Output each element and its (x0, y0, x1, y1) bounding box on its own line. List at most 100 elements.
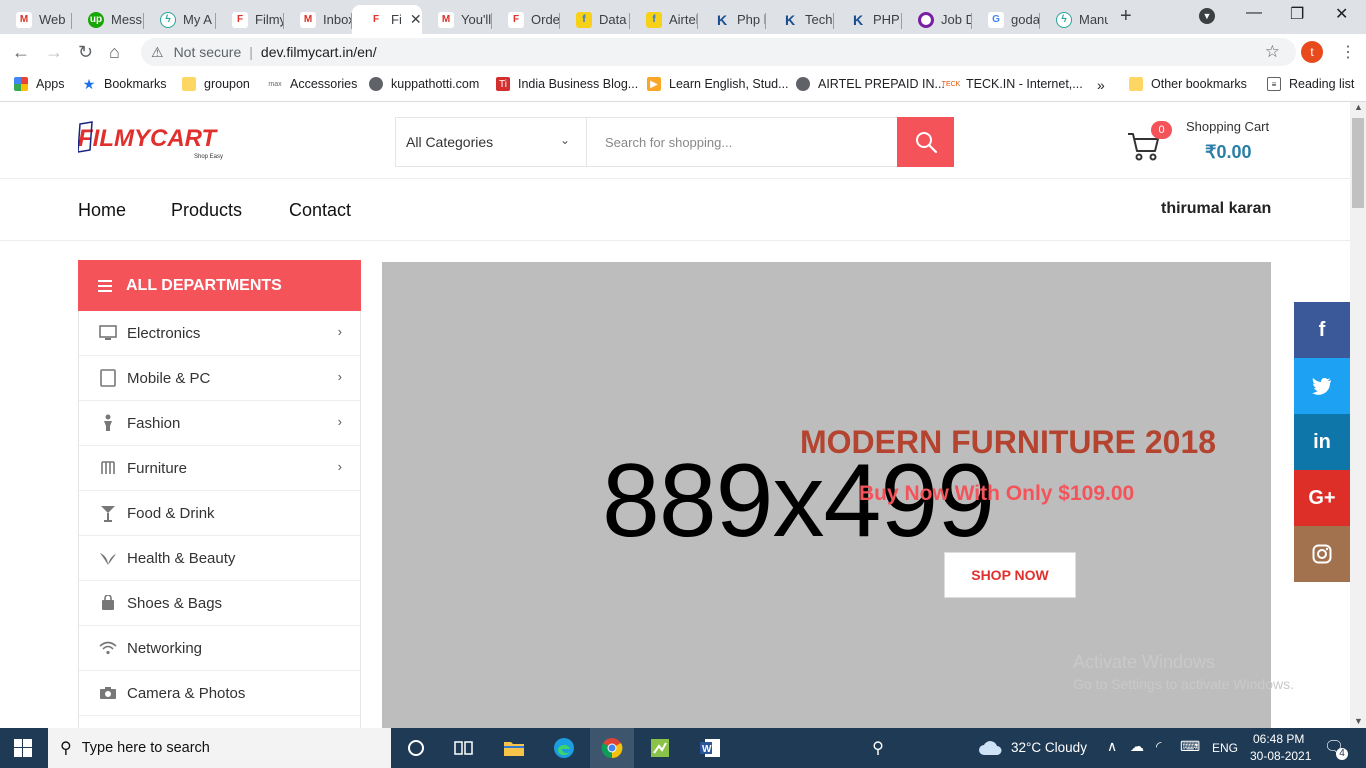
dept-camera-photos[interactable]: Camera & Photos (79, 671, 360, 716)
omnibox[interactable]: ⚠ Not secure | dev.filmycart.in/en/ ☆ (141, 38, 1296, 66)
more-bookmarks-icon[interactable]: » (1097, 77, 1105, 93)
weather-text[interactable]: 32°C Cloudy (1011, 740, 1087, 755)
dept-fashion[interactable]: Fashion › (79, 401, 360, 446)
user-name[interactable]: thirumal karan (1161, 200, 1271, 218)
nav-contact[interactable]: Contact (289, 200, 351, 221)
new-tab-icon[interactable]: + (1120, 5, 1132, 28)
tab-youll[interactable]: M You'll (422, 5, 492, 34)
restore-icon[interactable]: ❐ (1290, 4, 1304, 24)
bookmarks-bar: Apps ★ Bookmarks groupon max Accessories k… (0, 71, 1366, 102)
site-logo[interactable]: FILMYCART Shop Easy (77, 120, 228, 160)
people-icon[interactable]: ⚲ (866, 736, 890, 760)
tab-google[interactable]: Ggoda (972, 5, 1040, 34)
dept-shoes-bags[interactable]: Shoes & Bags (79, 581, 360, 626)
minimize-icon[interactable]: — (1246, 4, 1262, 22)
onedrive-cloud-icon[interactable]: ☁ (1130, 738, 1144, 755)
search-button[interactable] (897, 117, 954, 167)
furniture-icon (99, 459, 117, 477)
clock-time[interactable]: 06:48 PM (1253, 732, 1304, 746)
tab-php[interactable]: K PHP (834, 5, 902, 34)
dept-networking[interactable]: Networking (79, 626, 360, 671)
instagram-icon[interactable] (1294, 526, 1350, 582)
tab-messages[interactable]: up Mess (72, 5, 144, 34)
forward-icon[interactable]: → (45, 42, 63, 63)
file-explorer-icon[interactable] (502, 736, 526, 760)
keyboard-icon[interactable]: ⌨ (1180, 738, 1200, 755)
bookmark-learn-english[interactable]: ▶ Learn English, Stud... (647, 77, 789, 91)
menu-icon[interactable]: ⋮ (1340, 42, 1356, 62)
dept-furniture[interactable]: Furniture › (79, 446, 360, 491)
site-icon: TECK (941, 80, 961, 88)
filmycart-icon: F (368, 11, 384, 28)
cortana-icon[interactable] (404, 736, 428, 760)
close-tab-icon[interactable]: ✕ (410, 11, 422, 28)
wifi-tray-icon[interactable]: ◜ (1156, 738, 1161, 755)
tab-data[interactable]: f Data (560, 5, 630, 34)
taskbar-search-box[interactable]: ⚲ Type here to search (48, 728, 391, 768)
tab-manu[interactable]: ϟ Manu (1040, 5, 1108, 34)
tab-inbox[interactable]: M Inbox (284, 5, 352, 34)
chrome-browser-icon[interactable] (590, 728, 634, 768)
warning-icon[interactable]: ⚠ (151, 44, 164, 61)
page-scrollbar[interactable]: ▲ ▼ (1350, 102, 1366, 728)
reload-icon[interactable]: ↻ (78, 42, 93, 63)
tab-airtel[interactable]: f Airtel (630, 5, 698, 34)
nav-home[interactable]: Home (78, 200, 126, 221)
back-icon[interactable]: ← (12, 42, 30, 63)
bookmark-other[interactable]: Other bookmarks (1129, 77, 1247, 91)
tab-my-account[interactable]: ϟ My A (144, 5, 216, 34)
security-label[interactable]: Not secure (174, 44, 242, 60)
scroll-up-icon[interactable]: ▲ (1354, 102, 1363, 112)
clock-date[interactable]: 30-08-2021 (1250, 749, 1311, 763)
cart-total[interactable]: ₹0.00 (1205, 142, 1252, 163)
profile-avatar[interactable]: t (1301, 41, 1323, 63)
dept-electronics[interactable]: Electronics › (79, 311, 360, 356)
scroll-thumb[interactable] (1352, 118, 1364, 208)
tab-filmy[interactable]: F Filmy (216, 5, 284, 34)
edge-browser-icon[interactable] (552, 736, 576, 760)
tab-job[interactable]: Job D (902, 5, 972, 34)
bookmark-groupon[interactable]: groupon (182, 77, 250, 91)
google-plus-icon[interactable]: G+ (1294, 470, 1350, 526)
tab-filmycart-active[interactable]: F Fi ✕ (352, 5, 422, 34)
dept-mobile-pc[interactable]: Mobile & PC › (79, 356, 360, 401)
dept-health-beauty[interactable]: Health & Beauty (79, 536, 360, 581)
weather-cloud-icon[interactable] (978, 736, 1002, 760)
close-window-icon[interactable]: ✕ (1335, 4, 1348, 24)
bookmark-apps[interactable]: Apps (14, 77, 65, 91)
bookmark-bookmarks[interactable]: ★ Bookmarks (82, 76, 167, 92)
chevron-up-icon[interactable]: ∧ (1107, 738, 1117, 755)
facebook-icon[interactable]: f (1294, 302, 1350, 358)
bookmark-reading-list[interactable]: ≡ Reading list (1267, 77, 1354, 91)
chevron-right-icon: › (337, 414, 342, 429)
bookmark-kuppathotti[interactable]: kuppathotti.com (369, 77, 479, 91)
tab-web[interactable]: M Web (0, 5, 72, 34)
tab-search-icon[interactable]: ▼ (1199, 8, 1215, 24)
tab-techr[interactable]: K Techr (766, 5, 834, 34)
dept-food-drink[interactable]: Food & Drink (79, 491, 360, 536)
bookmark-teck-in[interactable]: TECK TECK.IN - Internet,... (941, 77, 1083, 91)
category-select[interactable]: All Categories ⌄ (395, 117, 587, 167)
word-icon[interactable]: W (698, 736, 722, 760)
url-text[interactable]: dev.filmycart.in/en/ (261, 44, 377, 60)
bookmark-accessories[interactable]: max Accessories (268, 77, 357, 91)
nav-products[interactable]: Products (171, 200, 242, 221)
language-indicator[interactable]: ENG (1212, 741, 1238, 755)
all-departments-header[interactable]: ALL DEPARTMENTS (78, 260, 361, 311)
home-icon[interactable]: ⌂ (109, 42, 120, 63)
twitter-icon[interactable] (1294, 358, 1350, 414)
browser-tab-bar: M Web up Mess ϟ My A F Filmy M Inbox F Fi ✕ M Yo… (0, 0, 1366, 34)
cart-title[interactable]: Shopping Cart (1186, 119, 1269, 134)
app-icon[interactable] (648, 736, 672, 760)
scroll-down-icon[interactable]: ▼ (1354, 716, 1363, 726)
bookmark-india-business-blog[interactable]: Ti India Business Blog... (496, 77, 638, 91)
bookmark-airtel-prepaid[interactable]: AIRTEL PREPAID IN... (796, 77, 945, 91)
windows-start-icon[interactable] (14, 739, 32, 757)
linkedin-icon[interactable]: in (1294, 414, 1350, 470)
shop-now-button[interactable]: SHOP NOW (944, 552, 1076, 598)
search-input[interactable]: Search for shopping... (586, 117, 898, 167)
bookmark-star-icon[interactable]: ☆ (1265, 42, 1280, 62)
task-view-icon[interactable] (452, 736, 476, 760)
tab-orders[interactable]: FOrder (492, 5, 560, 34)
tab-php-l[interactable]: K Php l (698, 5, 766, 34)
